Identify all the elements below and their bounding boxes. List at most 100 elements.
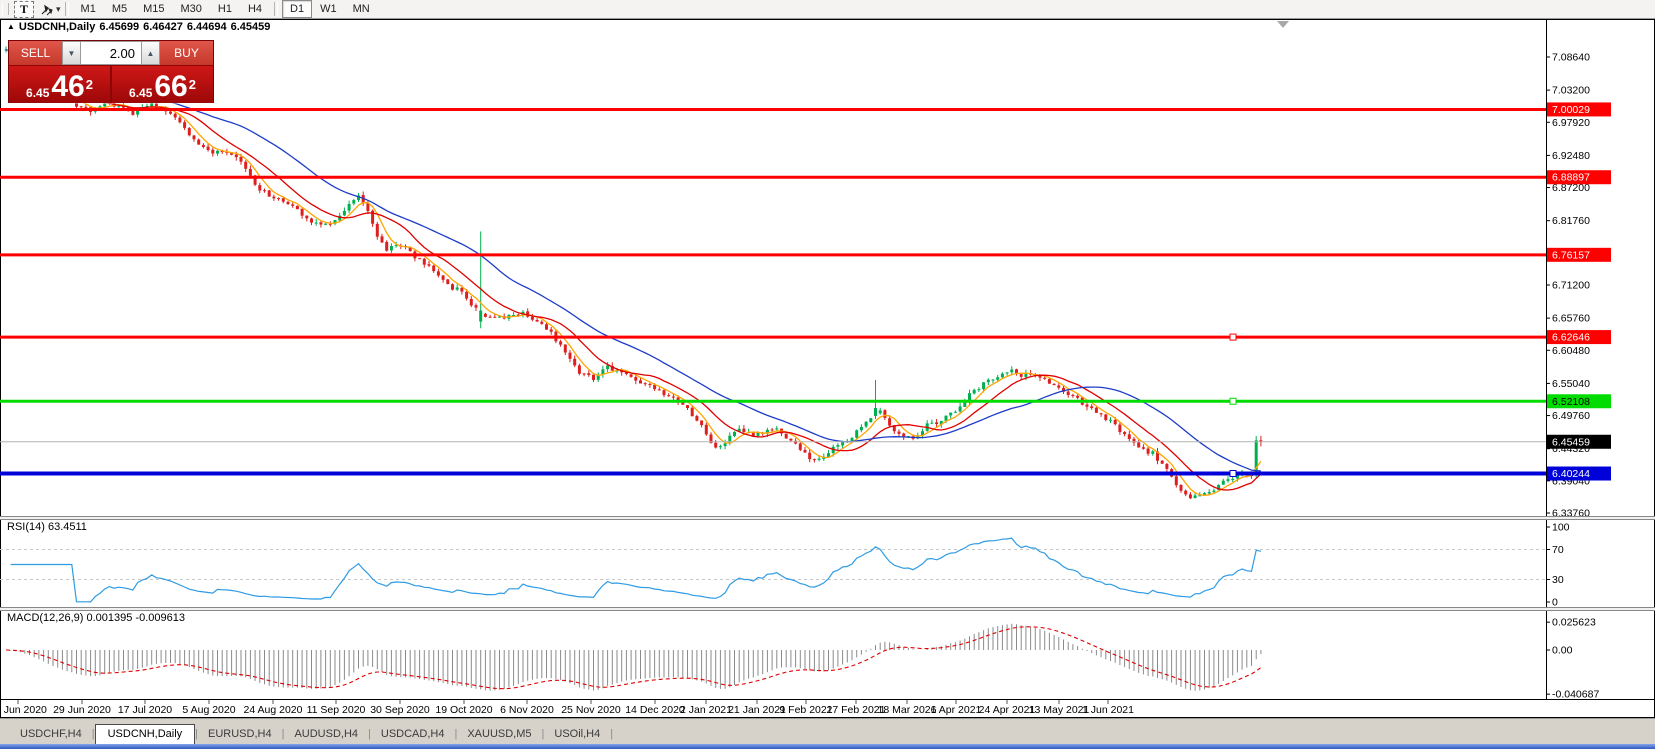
tab-separator: | (610, 728, 613, 744)
time-axis-label: 19 Oct 2020 (435, 704, 492, 716)
timeframe-group-left: M1M5M15M30H1H4 (73, 0, 271, 18)
hline-axis-label: 6.62646 (1552, 332, 1590, 344)
time-axis-label: 6 Nov 2020 (500, 704, 554, 716)
time-axis-label: 9 Feb 2021 (779, 704, 832, 716)
hline-axis-label: 6.40244 (1552, 468, 1590, 480)
volume-decrease-button[interactable]: ▼ (62, 41, 81, 65)
macd-plot-area[interactable] (1, 611, 1546, 699)
ohlc-low: 6.44694 (187, 21, 227, 33)
timeframe-button-m5[interactable]: M5 (104, 0, 135, 18)
time-axis-label: 17 Jul 2020 (118, 704, 172, 716)
macd-axis-label: -0.040687 (1552, 689, 1599, 701)
chevron-down-icon: ▾ (56, 4, 61, 15)
time-axis-label: 6 Apr 2021 (931, 704, 982, 716)
hline-axis-label: 6.52108 (1552, 396, 1590, 408)
macd-axis-label: 0.00 (1552, 645, 1573, 657)
macd-label: MACD(12,26,9) 0.001395 -0.009613 (7, 612, 185, 624)
rsi-axis-label: 0 (1552, 597, 1558, 609)
time-axis-label: 30 Sep 2020 (370, 704, 430, 716)
buy-price-pips: 66 (154, 74, 187, 100)
time-axis-label: 21 Jan 2021 (728, 704, 786, 716)
time-axis-label: 29 Jun 2020 (53, 704, 111, 716)
ohlc-high: 6.46427 (143, 21, 183, 33)
sell-price-pips: 46 (51, 74, 84, 100)
time-axis-label: 2 Jan 2021 (680, 704, 732, 716)
hline-handle-6.62646[interactable] (1230, 334, 1236, 340)
hline-handle-6.40244[interactable] (1230, 471, 1236, 477)
chart-symbol-label: USDCNH,Daily (19, 21, 95, 33)
timeframe-button-m30[interactable]: M30 (173, 0, 210, 18)
buy-price-display[interactable]: 6.45 66 2 (112, 66, 213, 103)
volume-increase-button[interactable]: ▲ (141, 41, 160, 65)
toolbar-grip[interactable] (2, 3, 9, 15)
chart-canvas[interactable]: 7.086407.032006.979206.924806.872006.817… (0, 0, 1655, 718)
timeframe-button-h4[interactable]: H4 (240, 0, 270, 18)
text-tool-button[interactable]: T (14, 1, 34, 18)
caret-up-icon: ▲ (147, 49, 155, 58)
time-axis-label: 24 Apr 2021 (979, 704, 1036, 716)
time-axis-label: 13 May 2021 (1029, 704, 1090, 716)
hline-axis-label: 7.00029 (1552, 104, 1590, 116)
time-axis-label: 5 Aug 2020 (182, 704, 235, 716)
chart-tab-eurusd[interactable]: EURUSD,H4 (198, 725, 282, 744)
price-axis-label: 6.92480 (1552, 150, 1590, 162)
hline-axis-label: 6.76157 (1552, 249, 1590, 261)
hline-handle-6.52108[interactable] (1230, 398, 1236, 404)
volume-input[interactable]: 2.00 (81, 41, 141, 65)
time-axis-label: 10 Jun 2020 (0, 704, 47, 716)
one-click-trading-panel: SELL ▼ 2.00 ▲ BUY 6.45 46 2 6.45 66 2 (8, 40, 214, 103)
chart-tab-usdchf[interactable]: USDCHF,H4 (10, 725, 92, 744)
chart-ohlc-header: ▲ USDCNH,Daily 6.45699 6.46427 6.44694 6.4545… (7, 21, 274, 33)
crosshair-tool-icon (40, 3, 53, 16)
sell-button[interactable]: SELL (9, 41, 62, 65)
timeframe-button-d1[interactable]: D1 (282, 0, 312, 18)
sell-price-display[interactable]: 6.45 46 2 (9, 66, 112, 103)
chart-tab-audusd[interactable]: AUDUSD,H4 (284, 725, 368, 744)
price-axis-label: 6.97920 (1552, 117, 1590, 129)
sell-price-fraction: 2 (86, 70, 93, 100)
price-axis-label: 6.55040 (1552, 378, 1590, 390)
price-axis-label: 7.08640 (1552, 52, 1590, 64)
sell-price-base: 6.45 (26, 86, 49, 100)
buy-price-base: 6.45 (129, 86, 152, 100)
rsi-label: RSI(14) 63.4511 (7, 521, 87, 533)
chart-tab-xauusd[interactable]: XAUUSD,M5 (457, 725, 541, 744)
price-axis-label: 6.81760 (1552, 215, 1590, 227)
taskbar-edge (0, 744, 1655, 749)
timeframe-button-mn[interactable]: MN (345, 0, 378, 18)
ohlc-close: 6.45459 (231, 21, 271, 33)
macd-axis-label: 0.025623 (1552, 617, 1596, 629)
ohlc-open: 6.45699 (99, 21, 139, 33)
timeframe-button-h1[interactable]: H1 (210, 0, 240, 18)
collapse-icon[interactable]: ▲ (7, 22, 15, 31)
chart-tab-usdcnh[interactable]: USDCNH,Daily (95, 724, 196, 745)
timeframe-group-right: D1W1MN (282, 0, 378, 18)
top-toolbar: T ▾ M1M5M15M30H1H4 D1W1MN (0, 0, 1655, 19)
rsi-axis-label: 30 (1552, 574, 1564, 586)
price-axis-label: 6.71200 (1552, 280, 1590, 292)
rsi-axis-label: 100 (1552, 522, 1570, 534)
price-axis-label: 7.03200 (1552, 85, 1590, 97)
chart-tab-bar: USDCHF,H4|USDCNH,Daily|EURUSD,H4|AUDUSD,… (0, 718, 1655, 744)
timeframe-button-m1[interactable]: M1 (73, 0, 104, 18)
toolbar-separator (65, 2, 69, 16)
timeframe-button-w1[interactable]: W1 (312, 0, 345, 18)
time-axis-label: 18 Mar 2021 (878, 704, 937, 716)
time-axis-label: 11 Sep 2020 (307, 704, 366, 716)
price-axis-label: 6.65760 (1552, 313, 1590, 325)
buy-price-fraction: 2 (189, 70, 196, 100)
buy-button[interactable]: BUY (160, 41, 213, 65)
caret-down-icon: ▼ (68, 49, 76, 58)
rsi-plot-area[interactable] (1, 520, 1546, 607)
timeframe-button-m15[interactable]: M15 (135, 0, 172, 18)
toolbar-separator (274, 2, 278, 16)
rsi-axis-label: 70 (1552, 544, 1564, 556)
cursor-tool-button[interactable]: ▾ (40, 3, 61, 16)
time-axis-label: 14 Dec 2020 (625, 704, 685, 716)
time-axis-label: 24 Aug 2020 (244, 704, 303, 716)
chart-tab-usdcad[interactable]: USDCAD,H4 (371, 725, 455, 744)
time-axis-label: 25 Nov 2020 (561, 704, 621, 716)
price-axis-label: 6.49760 (1552, 410, 1590, 422)
price-axis-label: 6.60480 (1552, 345, 1590, 357)
chart-tab-usoil[interactable]: USOil,H4 (544, 725, 610, 744)
